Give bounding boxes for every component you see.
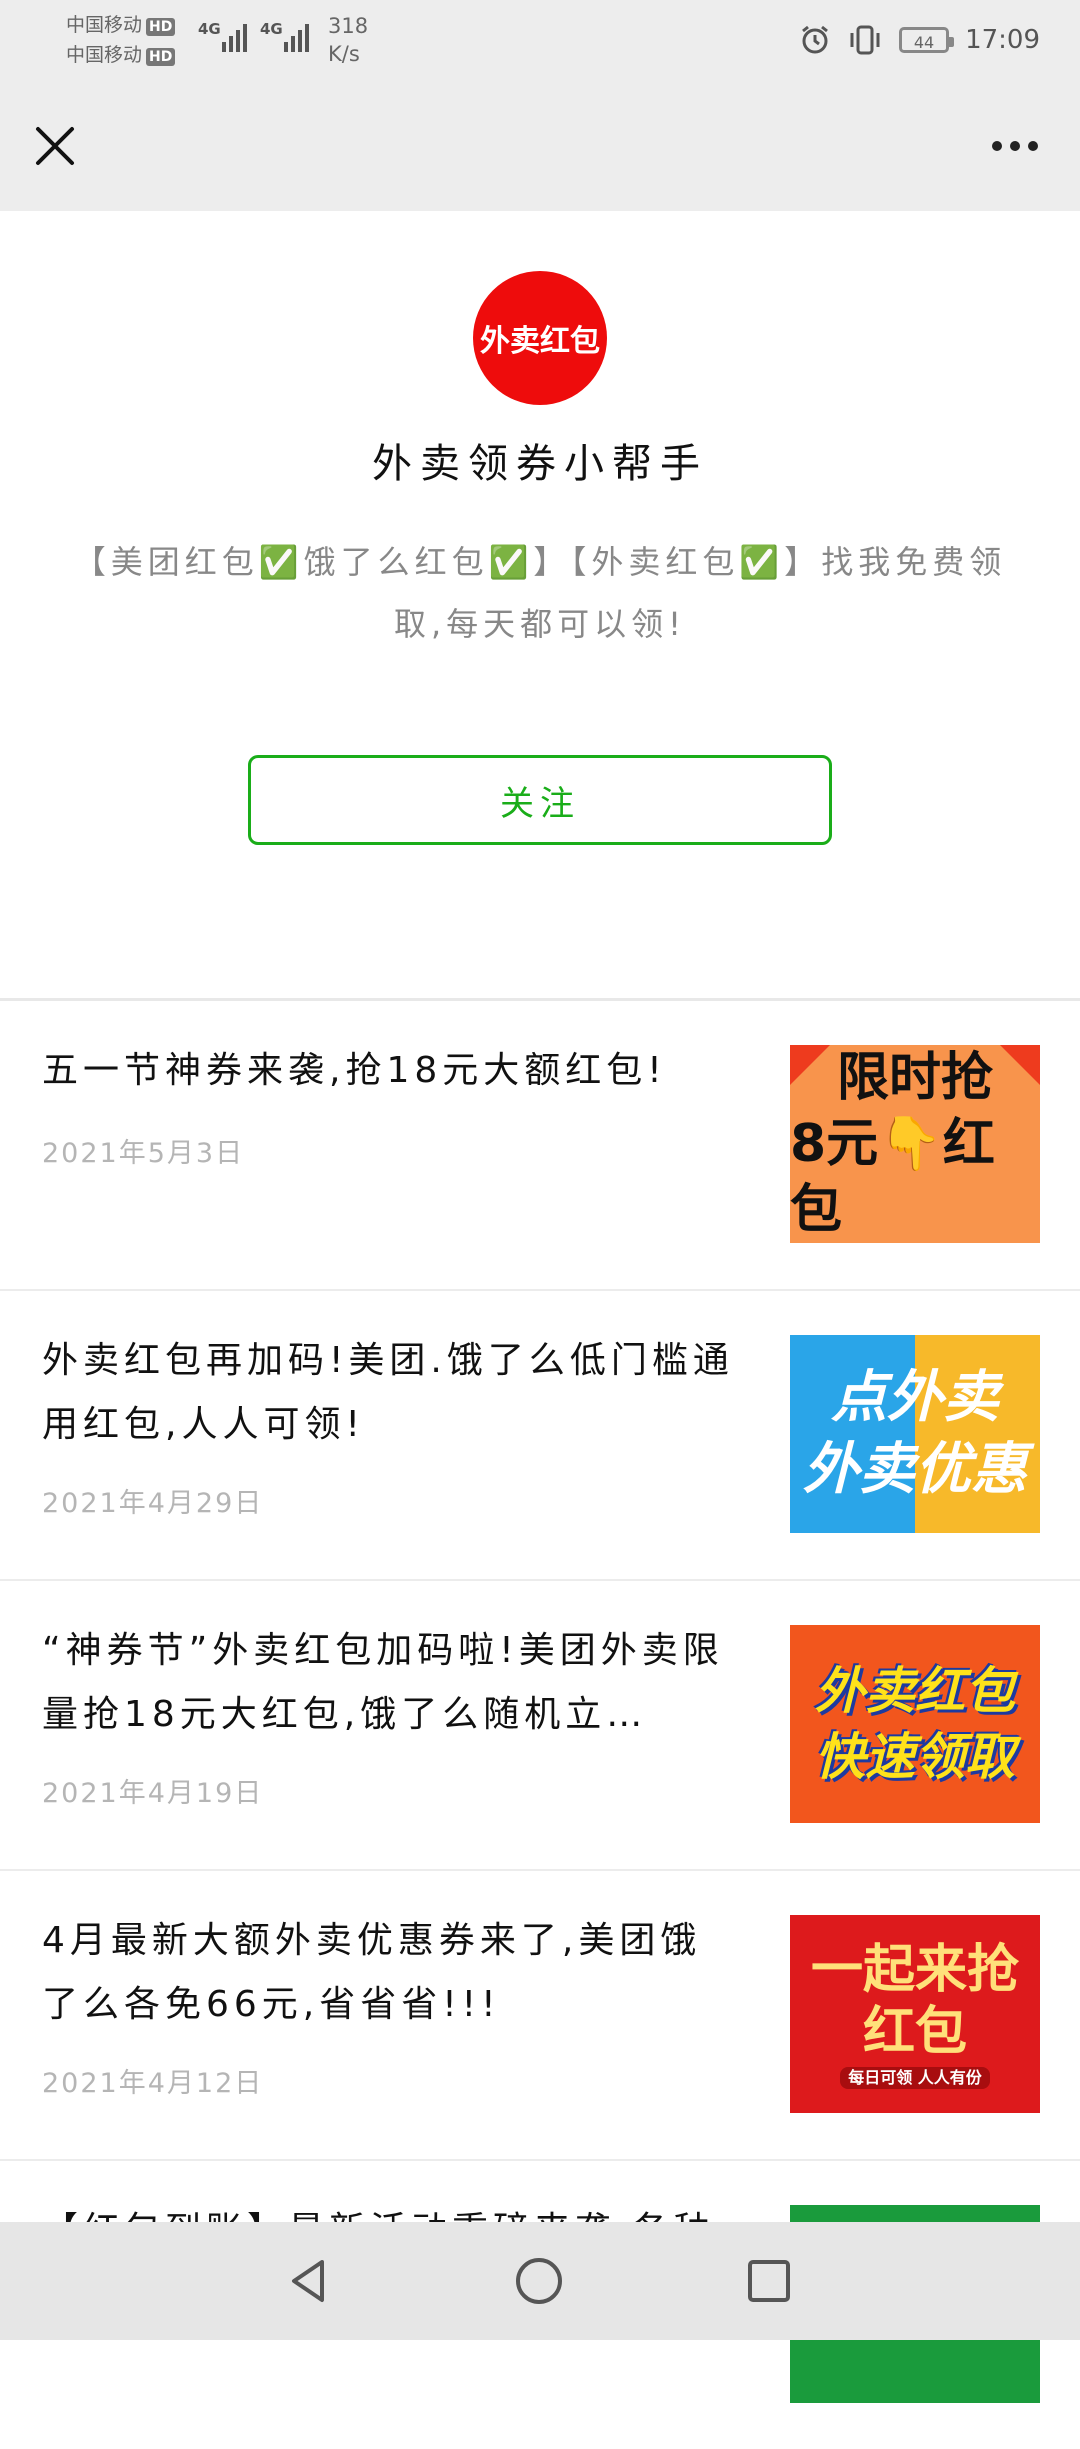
signal-icon-1 <box>222 20 247 52</box>
status-icons: 44 17:09 <box>799 18 1040 62</box>
network-type-2: 4G <box>260 20 283 38</box>
hd-badge: HD <box>146 18 176 36</box>
thumb-text: 外卖优惠 <box>803 1437 1027 1502</box>
close-icon[interactable] <box>30 121 80 171</box>
carrier-1-label: 中国移动 <box>66 14 143 36</box>
article-thumbnail: 外卖红包 快速领取 <box>790 1625 1040 1823</box>
carrier-1: 中国移动 HD <box>66 12 176 38</box>
network-speed: 318 K/s <box>328 12 368 68</box>
account-name: 外卖领券小帮手 <box>372 441 708 487</box>
thumb-text: 红包 <box>862 2002 967 2062</box>
article-item[interactable]: 五一节神券来袭,抢18元大额红包! 2021年5月3日 限时抢 8元👇红包 <box>0 1001 1080 1291</box>
carrier-2: 中国移动 HD <box>66 42 176 68</box>
follow-button[interactable]: 关注 <box>248 755 832 845</box>
article-title: “神券节”外卖红包加码啦!美团外卖限量抢18元大红包,饿了么随机立… <box>42 1630 724 1735</box>
article-item[interactable]: “神券节”外卖红包加码啦!美团外卖限量抢18元大红包,饿了么随机立… 2021年… <box>0 1581 1080 1871</box>
home-icon[interactable] <box>514 2256 564 2306</box>
thumb-text: 一起来抢 <box>810 1940 1019 2000</box>
network-type-1: 4G <box>198 20 221 38</box>
recents-icon[interactable] <box>744 2256 794 2306</box>
vibrate-icon <box>850 25 880 55</box>
article-item[interactable]: 4月最新大额外卖优惠券来了,美团饿了么各免66元,省省省!!! 2021年4月1… <box>0 1871 1080 2161</box>
article-date: 2021年4月29日 <box>42 1488 264 1519</box>
article-thumbnail: 限时抢 8元👇红包 <box>790 1045 1040 1243</box>
account-description: 【美团红包✅饿了么红包✅】【外卖红包✅】找我免费领取,每天都可以领! <box>73 543 1007 643</box>
thumb-text: 每日可领 人人有份 <box>840 2067 990 2089</box>
signal-icon-2 <box>284 20 309 52</box>
thumb-text: 8元👇红包 <box>790 1114 995 1240</box>
back-icon[interactable] <box>284 2256 334 2306</box>
article-thumbnail: 一起来抢 红包 每日可领 人人有份 <box>790 1915 1040 2113</box>
article-thumbnail: 点外卖 外卖优惠 <box>790 1335 1040 1533</box>
article-date: 2021年5月3日 <box>42 1138 245 1169</box>
thumb-text: 点外卖 <box>831 1365 999 1430</box>
avatar[interactable]: 外卖红包 <box>473 271 607 405</box>
speed-unit: K/s <box>328 42 360 66</box>
more-icon[interactable] <box>980 121 1050 171</box>
speed-value: 318 <box>328 14 369 38</box>
thumb-text: 快速领取 <box>815 1728 1015 1786</box>
account-profile: 外卖红包 外卖领券小帮手 【美团红包✅饿了么红包✅】【外卖红包✅】找我免费领取,… <box>0 211 1080 999</box>
nav-bar <box>0 85 1080 211</box>
hd-badge-2: HD <box>146 48 176 66</box>
system-nav-bar <box>0 2222 1080 2340</box>
article-item[interactable]: 外卖红包再加码!美团.饿了么低门槛通用红包,人人可领! 2021年4月29日 点… <box>0 1291 1080 1581</box>
battery-level: 44 <box>913 33 935 52</box>
thumb-text: 限时抢 <box>836 1048 993 1108</box>
alarm-icon <box>802 25 828 54</box>
status-bar: 中国移动 HD 中国移动 HD 4G 4G 318 K/s 44 17:09 <box>0 0 1080 85</box>
carrier-2-label: 中国移动 <box>66 44 143 66</box>
article-date: 2021年4月12日 <box>42 2068 264 2099</box>
clock: 17:09 <box>965 25 1040 55</box>
article-title: 外卖红包再加码!美团.饿了么低门槛通用红包,人人可领! <box>42 1340 734 1445</box>
battery-icon: 44 <box>899 27 955 53</box>
thumb-text: 外卖红包 <box>815 1662 1015 1720</box>
article-date: 2021年4月19日 <box>42 1778 264 1809</box>
article-title: 五一节神券来袭,抢18元大额红包! <box>42 1050 667 1091</box>
article-title: 4月最新大额外卖优惠券来了,美团饿了么各免66元,省省省!!! <box>42 1920 702 2025</box>
